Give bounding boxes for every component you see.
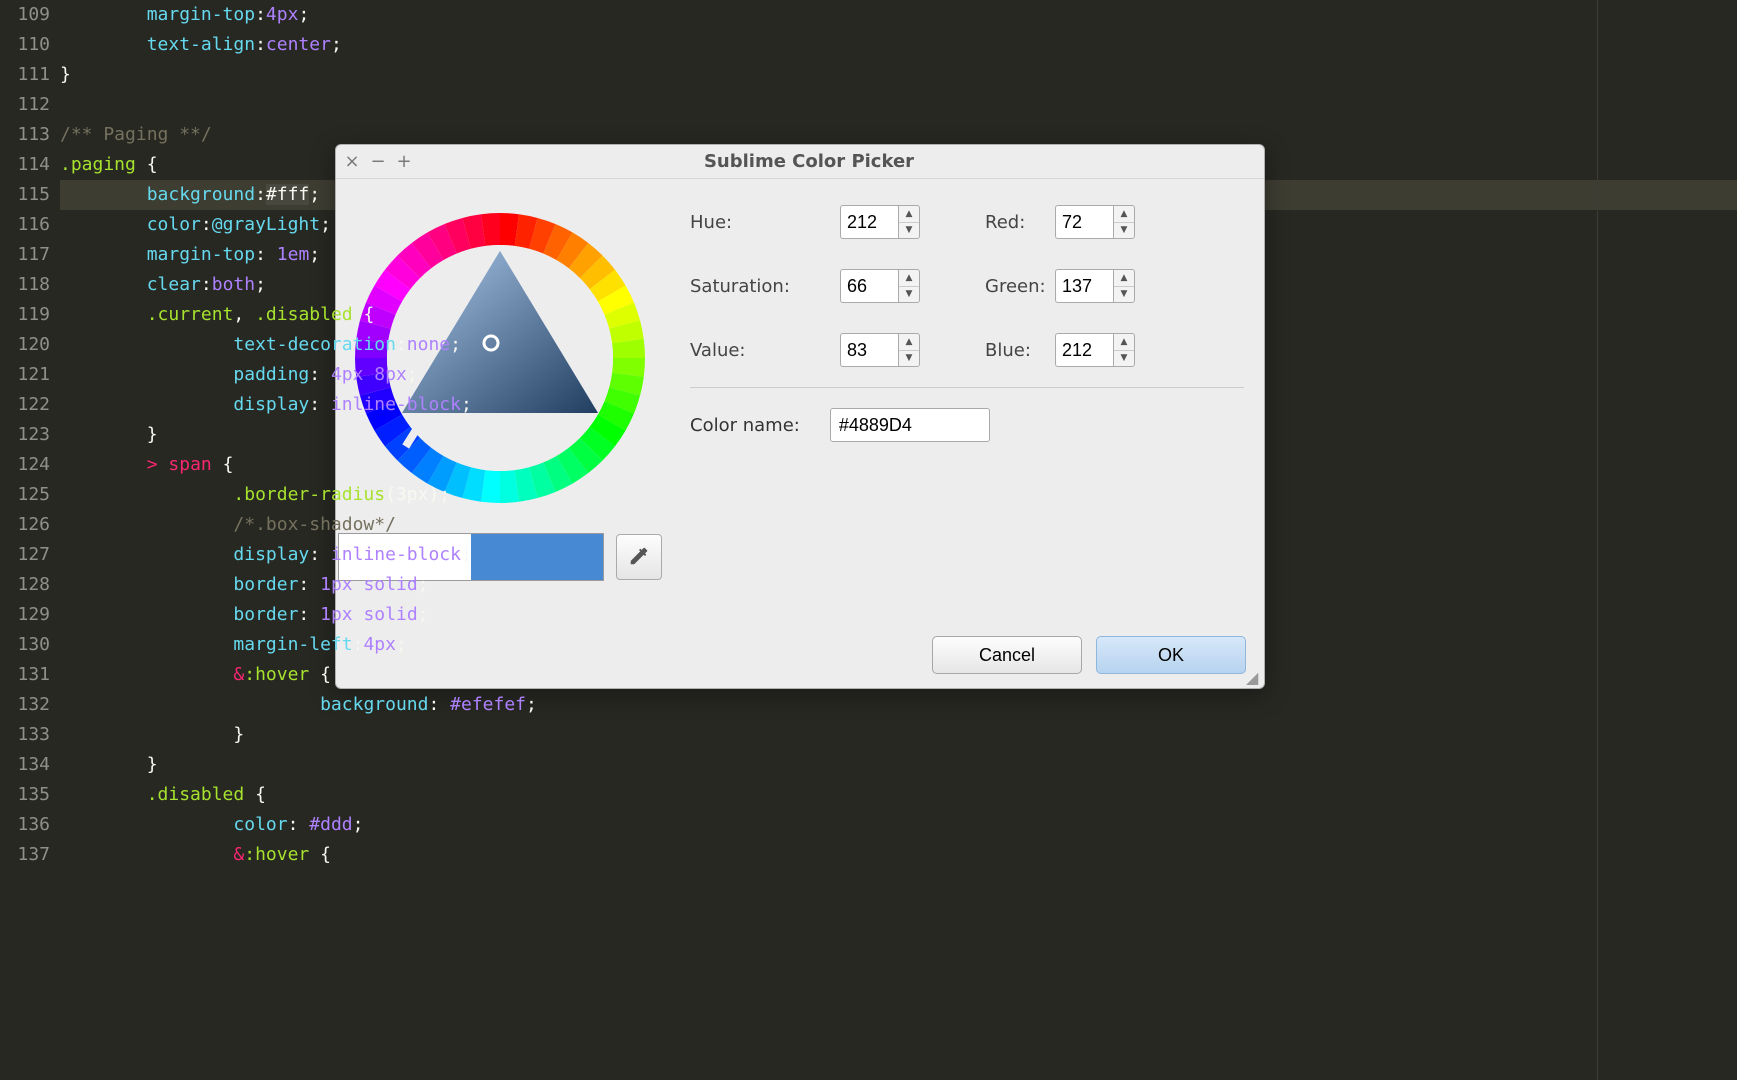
hue-stepper[interactable]: ▲▼ <box>840 205 935 239</box>
line-number: 130 <box>0 630 50 660</box>
line-number: 112 <box>0 90 50 120</box>
cancel-button[interactable]: Cancel <box>932 636 1082 674</box>
saturation-input[interactable] <box>840 269 898 303</box>
line-number: 134 <box>0 750 50 780</box>
line-number: 132 <box>0 690 50 720</box>
chevron-down-icon[interactable]: ▼ <box>1114 351 1134 367</box>
value-label: Value: <box>690 340 840 361</box>
line-number: 116 <box>0 210 50 240</box>
green-input[interactable] <box>1055 269 1113 303</box>
value-stepper[interactable]: ▲▼ <box>840 333 935 367</box>
divider <box>690 387 1244 388</box>
line-number: 136 <box>0 810 50 840</box>
blue-input[interactable] <box>1055 333 1113 367</box>
red-label: Red: <box>935 212 1055 233</box>
ok-button[interactable]: OK <box>1096 636 1246 674</box>
line-number: 129 <box>0 600 50 630</box>
chevron-up-icon[interactable]: ▲ <box>899 270 919 287</box>
code-line[interactable]: } <box>60 60 1737 90</box>
dialog-titlebar[interactable]: × − + Sublime Color Picker <box>336 145 1264 179</box>
red-stepper[interactable]: ▲▼ <box>1055 205 1150 239</box>
hue-label: Hue: <box>690 212 840 233</box>
code-line[interactable]: background: #efefef; <box>60 690 1737 720</box>
red-input[interactable] <box>1055 205 1113 239</box>
minimap-region[interactable] <box>1597 0 1737 1080</box>
line-number: 127 <box>0 540 50 570</box>
minimize-icon[interactable]: − <box>368 152 388 172</box>
code-line[interactable]: margin-top:4px; <box>60 0 1737 30</box>
chevron-down-icon[interactable]: ▼ <box>1114 223 1134 239</box>
line-number: 113 <box>0 120 50 150</box>
chevron-up-icon[interactable]: ▲ <box>899 206 919 223</box>
line-number: 109 <box>0 0 50 30</box>
line-number: 135 <box>0 780 50 810</box>
chevron-up-icon[interactable]: ▲ <box>1114 270 1134 287</box>
line-number: 117 <box>0 240 50 270</box>
line-number: 122 <box>0 390 50 420</box>
line-number: 133 <box>0 720 50 750</box>
dialog-title: Sublime Color Picker <box>420 151 1258 172</box>
line-number: 111 <box>0 60 50 90</box>
close-icon[interactable]: × <box>342 152 362 172</box>
resize-grip-icon[interactable]: ◢ <box>1246 670 1262 686</box>
code-line[interactable] <box>60 90 1737 120</box>
code-line[interactable]: } <box>60 720 1737 750</box>
line-number: 118 <box>0 270 50 300</box>
hue-input[interactable] <box>840 205 898 239</box>
line-number: 124 <box>0 450 50 480</box>
chevron-down-icon[interactable]: ▼ <box>899 287 919 303</box>
line-number: 114 <box>0 150 50 180</box>
color-wheel[interactable] <box>355 193 645 523</box>
chevron-up-icon[interactable]: ▲ <box>899 334 919 351</box>
chevron-down-icon[interactable]: ▼ <box>1114 287 1134 303</box>
chevron-down-icon[interactable]: ▼ <box>899 223 919 239</box>
maximize-icon[interactable]: + <box>394 152 414 172</box>
line-number: 131 <box>0 660 50 690</box>
chevron-down-icon[interactable]: ▼ <box>899 351 919 367</box>
line-number: 115 <box>0 180 50 210</box>
line-number: 120 <box>0 330 50 360</box>
color-picker-dialog: × − + Sublime Color Picker <box>335 144 1265 689</box>
chevron-up-icon[interactable]: ▲ <box>1114 334 1134 351</box>
chevron-up-icon[interactable]: ▲ <box>1114 206 1134 223</box>
line-number: 128 <box>0 570 50 600</box>
line-number: 137 <box>0 840 50 870</box>
line-number: 110 <box>0 30 50 60</box>
code-line[interactable]: color: #ddd; <box>60 810 1737 840</box>
saturation-label: Saturation: <box>690 276 840 297</box>
value-input[interactable] <box>840 333 898 367</box>
code-line[interactable]: } <box>60 750 1737 780</box>
code-line[interactable]: text-align:center; <box>60 30 1737 60</box>
code-line[interactable]: &:hover { <box>60 840 1737 870</box>
line-number-gutter: 1091101111121131141151161171181191201211… <box>0 0 60 1080</box>
code-line[interactable]: .disabled { <box>60 780 1737 810</box>
green-label: Green: <box>935 276 1055 297</box>
blue-label: Blue: <box>935 340 1055 361</box>
green-stepper[interactable]: ▲▼ <box>1055 269 1150 303</box>
blue-stepper[interactable]: ▲▼ <box>1055 333 1150 367</box>
line-number: 125 <box>0 480 50 510</box>
eyedropper-icon <box>628 545 650 570</box>
line-number: 119 <box>0 300 50 330</box>
saturation-stepper[interactable]: ▲▼ <box>840 269 935 303</box>
color-name-input[interactable] <box>830 408 990 442</box>
line-number: 123 <box>0 420 50 450</box>
line-number: 126 <box>0 510 50 540</box>
line-number: 121 <box>0 360 50 390</box>
color-name-label: Color name: <box>690 415 800 436</box>
